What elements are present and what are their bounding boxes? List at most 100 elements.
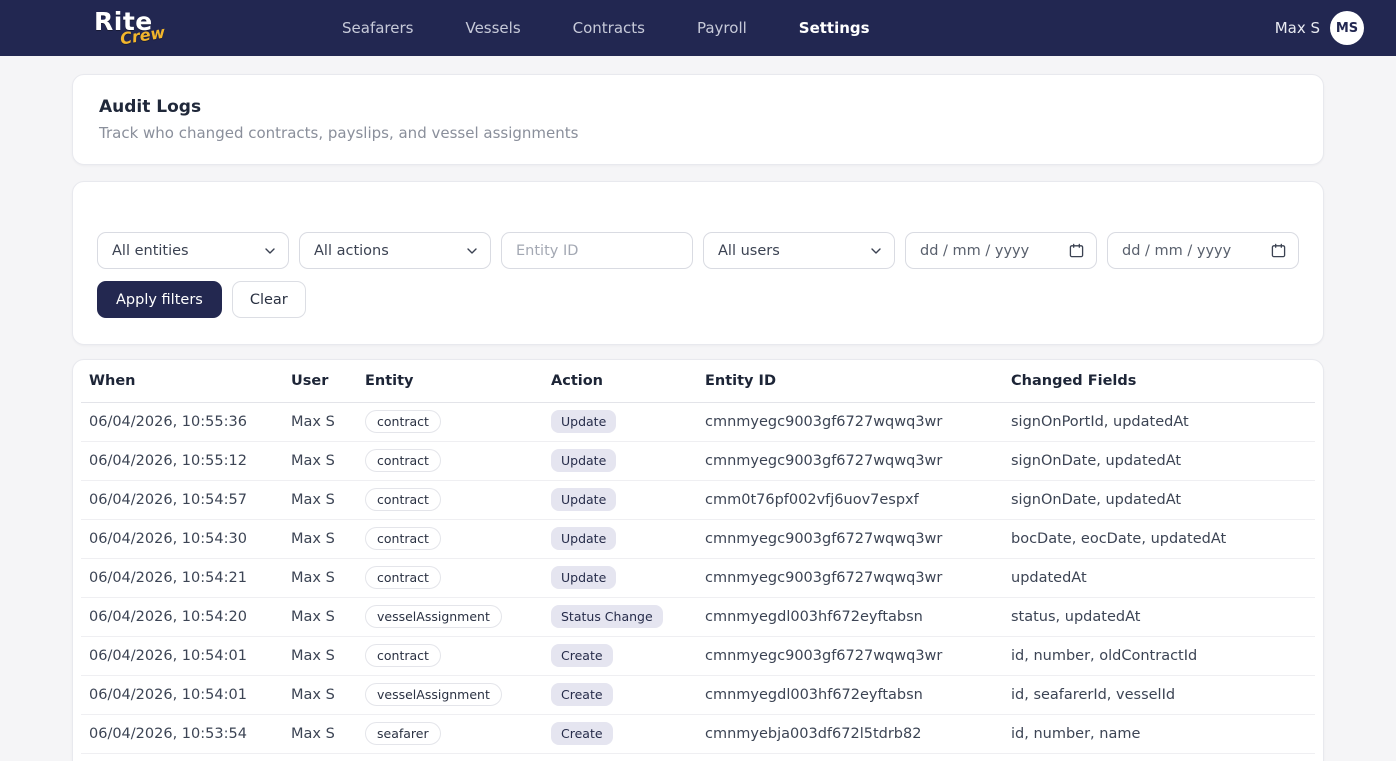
date-from-input[interactable]: dd / mm / yyyy	[905, 232, 1097, 269]
brand-logo[interactable]: Rite Crew	[92, 0, 212, 56]
action-badge: Update	[551, 527, 616, 550]
cell-entity-id: cmnmyegc9003gf6727wqwq3wr	[697, 636, 1003, 675]
entity-badge: contract	[365, 449, 441, 472]
table-row: 06/04/2026, 10:55:12 Max S contract Upda…	[81, 441, 1315, 480]
user-name: Max S	[1275, 19, 1320, 37]
table-row: 06/04/2026, 10:54:21 Max S contract Upda…	[81, 558, 1315, 597]
user-select[interactable]: All users	[703, 232, 895, 269]
table-row: 06/04/2026, 10:54:01 Max S vesselAssignm…	[81, 675, 1315, 714]
avatar[interactable]: MS	[1330, 11, 1364, 45]
cell-entity-id: cmnmyegc9003gf6727wqwq3wr	[697, 558, 1003, 597]
table-row: 06/04/2026, 10:53:22 Max S contract Upda…	[81, 753, 1315, 761]
page-header-card: Audit Logs Track who changed contracts, …	[72, 74, 1324, 165]
audit-log-table: When User Entity Action Entity ID Change…	[81, 360, 1315, 761]
audit-log-table-card: When User Entity Action Entity ID Change…	[72, 359, 1324, 761]
cell-user: Max S	[283, 675, 357, 714]
cell-action: Update	[543, 402, 697, 441]
cell-when: 06/04/2026, 10:55:36	[81, 402, 283, 441]
cell-user: Max S	[283, 558, 357, 597]
table-row: 06/04/2026, 10:54:30 Max S contract Upda…	[81, 519, 1315, 558]
nav-item[interactable]: Payroll	[697, 19, 747, 37]
chevron-down-icon	[870, 245, 882, 257]
cell-when: 06/04/2026, 10:54:30	[81, 519, 283, 558]
column-header-entity-id: Entity ID	[697, 360, 1003, 402]
cell-entity: contract	[357, 480, 543, 519]
cell-entity: contract	[357, 519, 543, 558]
column-header-when: When	[81, 360, 283, 402]
filter-buttons: Apply filters Clear	[97, 281, 1299, 318]
cell-entity: contract	[357, 753, 543, 761]
nav-item[interactable]: Settings	[799, 19, 870, 37]
table-row: 06/04/2026, 10:54:20 Max S vesselAssignm…	[81, 597, 1315, 636]
column-header-entity: Entity	[357, 360, 543, 402]
cell-changed-fields: id, number, oldContractId	[1003, 636, 1315, 675]
column-header-changed-fields: Changed Fields	[1003, 360, 1315, 402]
cell-entity-id: cmnmyegc9003gf6727wqwq3wr	[697, 441, 1003, 480]
cell-user: Max S	[283, 597, 357, 636]
cell-entity-id: cmnmyegc9003gf6727wqwq3wr	[697, 519, 1003, 558]
cell-when: 06/04/2026, 10:54:01	[81, 675, 283, 714]
cell-changed-fields: bocDate, eocDate, updatedAt	[1003, 519, 1315, 558]
cell-changed-fields: signOnDate, updatedAt	[1003, 480, 1315, 519]
page-content: Audit Logs Track who changed contracts, …	[72, 74, 1324, 761]
cell-entity-id: cmm0t76pf002vfj6uov7espxf	[697, 480, 1003, 519]
apply-filters-button[interactable]: Apply filters	[97, 281, 222, 318]
cell-entity-id: cmm0t76pf002vfj6uov7espxf	[697, 753, 1003, 761]
cell-when: 06/04/2026, 10:53:54	[81, 714, 283, 753]
cell-entity-id: cmnmyegc9003gf6727wqwq3wr	[697, 402, 1003, 441]
column-header-action: Action	[543, 360, 697, 402]
action-select-value: All actions	[314, 243, 466, 259]
cell-user: Max S	[283, 480, 357, 519]
clear-button[interactable]: Clear	[232, 281, 306, 318]
cell-when: 06/04/2026, 10:54:20	[81, 597, 283, 636]
entity-badge: contract	[365, 410, 441, 433]
cell-user: Max S	[283, 519, 357, 558]
cell-action: Update	[543, 558, 697, 597]
nav-item[interactable]: Vessels	[465, 19, 520, 37]
cell-when: 06/04/2026, 10:55:12	[81, 441, 283, 480]
cell-entity-id: cmnmyebja003df672l5tdrb82	[697, 714, 1003, 753]
cell-action: Update	[543, 753, 697, 761]
filter-row: All entities All actions Entity ID All u…	[97, 232, 1299, 269]
audit-log-rows: 06/04/2026, 10:55:36 Max S contract Upda…	[81, 402, 1315, 761]
date-to-placeholder: dd / mm / yyyy	[1122, 243, 1263, 259]
cell-user: Max S	[283, 714, 357, 753]
page-subtitle: Track who changed contracts, payslips, a…	[99, 124, 1297, 142]
cell-action: Create	[543, 636, 697, 675]
nav-item[interactable]: Seafarers	[342, 19, 413, 37]
entity-select[interactable]: All entities	[97, 232, 289, 269]
cell-entity-id: cmnmyegdl003hf672eyftabsn	[697, 675, 1003, 714]
entity-badge: vesselAssignment	[365, 683, 502, 706]
cell-changed-fields: signOnDate, updatedAt	[1003, 441, 1315, 480]
entity-id-input[interactable]: Entity ID	[501, 232, 693, 269]
cell-user: Max S	[283, 441, 357, 480]
cell-user: Max S	[283, 753, 357, 761]
action-badge: Update	[551, 449, 616, 472]
action-badge: Update	[551, 488, 616, 511]
calendar-icon[interactable]	[1069, 243, 1084, 258]
entity-badge: contract	[365, 566, 441, 589]
page-title: Audit Logs	[99, 97, 1297, 117]
cell-entity: seafarer	[357, 714, 543, 753]
cell-entity: vesselAssignment	[357, 597, 543, 636]
table-row: 06/04/2026, 10:53:54 Max S seafarer Crea…	[81, 714, 1315, 753]
cell-action: Update	[543, 480, 697, 519]
chevron-down-icon	[466, 245, 478, 257]
cell-when: 06/04/2026, 10:53:22	[81, 753, 283, 761]
action-badge: Status Change	[551, 605, 663, 628]
cell-when: 06/04/2026, 10:54:01	[81, 636, 283, 675]
action-select[interactable]: All actions	[299, 232, 491, 269]
date-to-input[interactable]: dd / mm / yyyy	[1107, 232, 1299, 269]
table-row: 06/04/2026, 10:55:36 Max S contract Upda…	[81, 402, 1315, 441]
table-row: 06/04/2026, 10:54:57 Max S contract Upda…	[81, 480, 1315, 519]
cell-when: 06/04/2026, 10:54:57	[81, 480, 283, 519]
table-header-row: When User Entity Action Entity ID Change…	[81, 360, 1315, 402]
nav-item[interactable]: Contracts	[573, 19, 645, 37]
column-header-user: User	[283, 360, 357, 402]
cell-action: Update	[543, 441, 697, 480]
cell-changed-fields: updatedAt	[1003, 558, 1315, 597]
entity-badge: contract	[365, 527, 441, 550]
user-menu[interactable]: Max S MS	[1275, 11, 1364, 45]
top-nav: Rite Crew Seafarers Vessels Contracts Pa…	[0, 0, 1396, 56]
calendar-icon[interactable]	[1271, 243, 1286, 258]
